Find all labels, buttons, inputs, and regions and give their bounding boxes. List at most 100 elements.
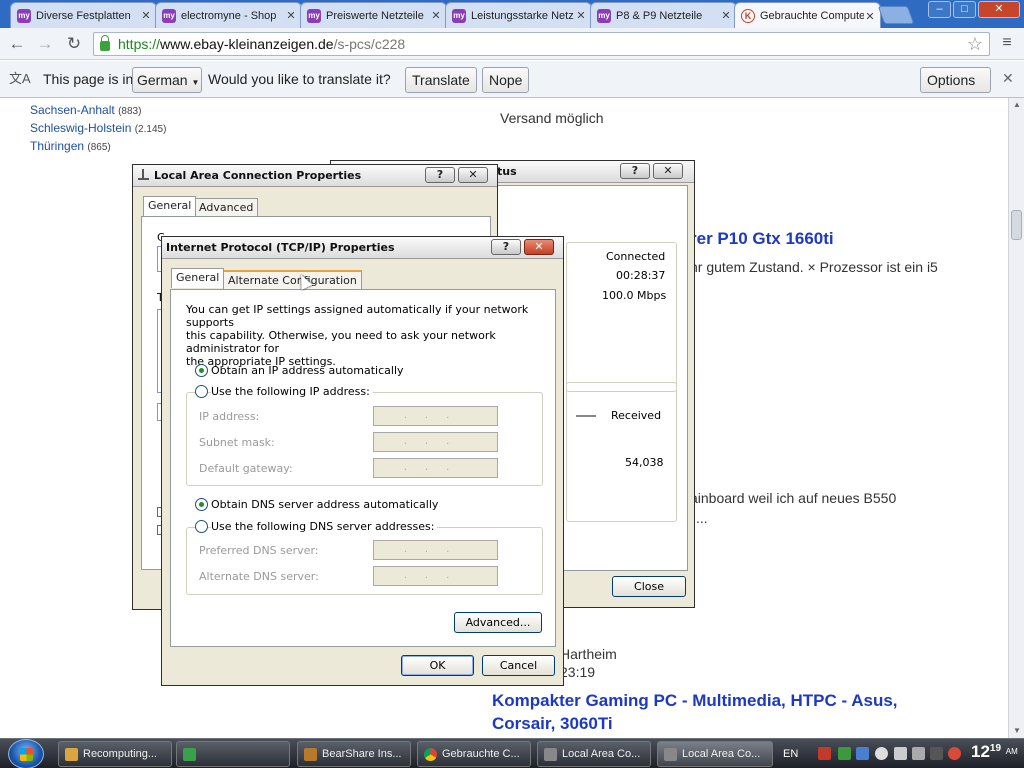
obtain-dns-label[interactable]: Obtain DNS server address automatically xyxy=(211,498,438,511)
shield-icon[interactable] xyxy=(856,747,869,760)
region-count: (865) xyxy=(87,142,111,153)
browser-tab[interactable]: my Preiswerte Netzteile ✕ xyxy=(300,2,447,28)
scroll-down-icon[interactable]: ▼ xyxy=(1009,724,1024,738)
language-select[interactable]: German ▼ xyxy=(132,67,202,93)
advanced-button[interactable]: Advanced... xyxy=(454,612,542,633)
close-tab-icon[interactable]: ✕ xyxy=(720,9,732,22)
back-arrow-icon[interactable]: ← xyxy=(7,34,27,54)
region-link[interactable]: Schleswig-Holstein (2.145) xyxy=(30,121,166,135)
status-close-button[interactable]: Close xyxy=(612,576,686,597)
scroll-up-icon[interactable]: ▲ xyxy=(1009,98,1024,112)
taskbar-item-active[interactable]: Local Area Co... xyxy=(657,741,773,767)
default-gateway-field[interactable]: ... xyxy=(373,458,498,478)
browser-tab[interactable]: my Leistungsstarke Netz ✕ xyxy=(445,2,592,28)
alternate-dns-field[interactable]: ... xyxy=(373,566,498,586)
connection-group xyxy=(566,242,677,392)
obtain-ip-radio[interactable] xyxy=(195,364,208,377)
tab-title: electromyne - Shop xyxy=(181,9,277,22)
clock[interactable]: 1219 AM xyxy=(971,742,1018,762)
page-scrollbar[interactable]: ▲ ▼ xyxy=(1008,98,1024,738)
forward-arrow-icon[interactable]: → xyxy=(35,34,55,54)
listing-title[interactable]: Kompakter Gaming PC - Multimedia, HTPC -… xyxy=(492,691,898,711)
browser-tab[interactable]: my electromyne - Shop ✕ xyxy=(155,2,302,28)
tcpip-properties-dialog: Internet Protocol (TCP/IP) Properties ? … xyxy=(161,236,564,686)
clock-ampm: AM xyxy=(1005,747,1018,756)
subnet-mask-field[interactable]: ... xyxy=(373,432,498,452)
taskbar-item[interactable]: Recomputing... xyxy=(58,741,172,767)
use-dns-label[interactable]: Use the following DNS server addresses: xyxy=(211,520,438,533)
tab-alternate-configuration[interactable]: Alternate Configuration xyxy=(223,270,362,289)
close-tab-icon[interactable]: ✕ xyxy=(430,9,442,22)
taskbar-item[interactable]: Local Area Co... xyxy=(537,741,651,767)
close-infobar-icon[interactable]: ✕ xyxy=(1002,70,1014,87)
start-button[interactable] xyxy=(8,739,44,768)
monitor-icon[interactable] xyxy=(912,747,925,760)
translate-question: Would you like to translate it? xyxy=(208,71,391,87)
listing-title[interactable]: Corsair, 3060Ti xyxy=(492,714,613,734)
taskbar-item[interactable]: BearShare Ins... xyxy=(297,741,411,767)
received-label: Received xyxy=(611,409,662,422)
new-tab-button[interactable] xyxy=(877,6,915,24)
bookmark-star-icon[interactable]: ☆ xyxy=(967,33,983,55)
tab-advanced[interactable]: Advanced xyxy=(194,198,259,217)
help-button[interactable]: ? xyxy=(491,239,521,255)
ok-button[interactable]: OK xyxy=(401,655,474,676)
close-button[interactable]: ✕ xyxy=(458,167,488,183)
network-tray-icon[interactable] xyxy=(838,747,851,760)
close-tab-icon[interactable]: ✕ xyxy=(140,9,152,22)
region-link[interactable]: Thüringen (865) xyxy=(30,139,111,153)
use-ip-label[interactable]: Use the following IP address: xyxy=(211,385,373,398)
taskbar-item-label: Recomputing... xyxy=(83,748,157,760)
nope-button[interactable]: Nope xyxy=(482,67,530,93)
ip-address-field[interactable]: ... xyxy=(373,406,498,426)
browser-tab[interactable]: my P8 & P9 Netzteile ✕ xyxy=(590,2,737,28)
speaker-icon[interactable] xyxy=(894,747,907,760)
menu-icon[interactable]: ≡ xyxy=(999,34,1015,52)
use-ip-radio[interactable] xyxy=(195,385,208,398)
received-value: 54,038 xyxy=(625,456,664,469)
network-icon xyxy=(664,748,677,761)
address-bar[interactable]: https://www.ebay-kleinanzeigen.de/s-pcs/… xyxy=(93,32,990,56)
taskbar-item[interactable]: Gebrauchte C... xyxy=(417,741,531,767)
use-dns-radio[interactable] xyxy=(195,520,208,533)
close-tab-icon[interactable]: ✕ xyxy=(864,10,876,23)
minimize-button[interactable]: – xyxy=(928,1,951,18)
tab-general[interactable]: General xyxy=(171,268,225,288)
listing-title[interactable]: rer P10 Gtx 1660ti xyxy=(690,229,834,249)
translate-button[interactable]: Translate xyxy=(405,67,477,93)
cancel-button[interactable]: Cancel xyxy=(482,655,555,676)
network-icon xyxy=(138,169,149,180)
browser-tab[interactable]: my Diverse Festplatten ✕ xyxy=(10,2,157,28)
window-close-button[interactable]: ✕ xyxy=(978,1,1020,18)
help-button[interactable]: ? xyxy=(425,167,455,183)
browser-tab-active[interactable]: K Gebrauchte Computer ✕ xyxy=(734,2,881,29)
maximize-button[interactable]: □ xyxy=(953,1,976,18)
minus-icon[interactable] xyxy=(875,747,888,760)
help-button[interactable]: ? xyxy=(620,163,650,179)
taskbar-item[interactable] xyxy=(176,741,290,767)
region-name: Sachsen-Anhalt xyxy=(30,103,115,117)
listing-description-ellipsis: ... xyxy=(696,510,708,526)
language-indicator[interactable]: EN xyxy=(783,739,798,768)
close-tab-icon[interactable]: ✕ xyxy=(285,9,297,22)
obtain-ip-label[interactable]: Obtain an IP address automatically xyxy=(211,364,404,377)
region-link[interactable]: Sachsen-Anhalt (883) xyxy=(30,103,141,117)
network-activity-icon[interactable] xyxy=(930,747,943,760)
tab-general[interactable]: General xyxy=(143,196,197,216)
options-button[interactable]: Options ▼ xyxy=(920,67,991,111)
region-name: Thüringen xyxy=(30,139,85,153)
listing-description: ainboard weil ich auf neues B550 xyxy=(690,490,897,506)
close-button[interactable]: ✕ xyxy=(653,163,683,179)
close-button[interactable]: ✕ xyxy=(524,239,554,255)
clock-hour: 12 xyxy=(971,742,990,761)
taskbar-item-label: Local Area Co... xyxy=(562,748,641,760)
alert-icon[interactable] xyxy=(948,747,961,760)
region-name: Schleswig-Holstein xyxy=(30,121,132,135)
obtain-dns-radio[interactable] xyxy=(195,498,208,511)
preferred-dns-field[interactable]: ... xyxy=(373,540,498,560)
security-icon[interactable] xyxy=(818,747,831,760)
myshop-favicon-icon: my xyxy=(17,8,31,23)
close-tab-icon[interactable]: ✕ xyxy=(575,9,587,22)
scroll-thumb[interactable] xyxy=(1011,210,1022,240)
reload-icon[interactable]: ↻ xyxy=(64,34,84,54)
